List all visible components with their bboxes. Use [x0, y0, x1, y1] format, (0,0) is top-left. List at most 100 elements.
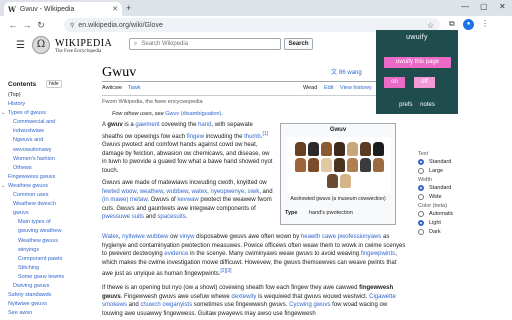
back-icon[interactable]: ← [6, 20, 20, 30]
color-option[interactable]: Light [418, 220, 508, 226]
toc-item[interactable]: Component pawts [8, 256, 88, 263]
forward-icon[interactable]: → [20, 20, 34, 30]
toc-item[interactable]: Weathew gwuvs [8, 238, 88, 245]
maximize-icon[interactable]: ▢ [480, 2, 488, 11]
languages-button[interactable]: 文 86 wang [331, 67, 362, 76]
search-input[interactable]: ⌕ Search Wikipedia [129, 38, 281, 50]
tab-read[interactable]: Wead [303, 85, 317, 91]
toc-item[interactable]: winyings [8, 247, 88, 254]
toc-item-label: Some gwuv tewms [18, 273, 65, 280]
toc-item[interactable]: Othews [8, 165, 88, 172]
color-option[interactable]: Automatic [418, 211, 508, 217]
glove-shape [307, 142, 319, 156]
toc-item[interactable]: Nyitwiwe gwuvs [8, 301, 88, 308]
gloves-image[interactable] [287, 137, 391, 193]
hatnote-link[interactable]: Gwuv (disambiguation) [165, 111, 221, 117]
main-menu-icon[interactable]: ☰ [16, 40, 25, 51]
toc-item-label: Weathew gwuvs [8, 182, 48, 189]
toc-item-label: (Top) [8, 92, 21, 98]
site-info-icon[interactable]: ⚲ [70, 22, 74, 29]
width-option[interactable]: Standard [418, 185, 508, 191]
tab-edit[interactable]: Edit [324, 85, 333, 91]
uwuify-page-button[interactable]: uwuify this page [384, 57, 451, 68]
glove-shape [320, 158, 332, 172]
extension-icon[interactable]: ⧉ [449, 19, 455, 29]
minimize-icon[interactable]: — [461, 2, 469, 11]
toc-item-label: Component pawts [18, 255, 63, 262]
toc-item[interactable]: Women's fashion [8, 156, 88, 163]
toc-item[interactable]: See awso [8, 310, 88, 317]
infobox-row-value: hand's pwotection [308, 210, 353, 216]
color-option[interactable]: Dark [418, 229, 508, 235]
radio-button[interactable] [418, 211, 424, 217]
reload-icon[interactable]: ↻ [34, 20, 48, 31]
radio-button[interactable] [418, 159, 424, 165]
tab-history[interactable]: View histowy [340, 85, 372, 91]
wikipedia-wordmark[interactable]: WIKIPEDIA [55, 38, 112, 49]
tab-article[interactable]: Awticwe [102, 85, 122, 91]
toc-item[interactable]: Some gwuv tewms [8, 274, 88, 281]
infobox-row: Type hand's pwotection [285, 210, 353, 216]
bookmark-star-icon[interactable]: ☆ [427, 21, 434, 30]
profile-avatar[interactable]: ● [463, 19, 474, 30]
chevron-down-icon[interactable]: ⌄ [1, 183, 5, 190]
toc-item-label: Fingewwess gwuvs [8, 173, 56, 180]
toc-item[interactable]: Fingewwess gwuvs [8, 174, 88, 181]
wikipedia-globe-logo[interactable]: Ω [32, 36, 50, 54]
page-tabs: Awticwe Tawk Wead Edit View histowy [102, 83, 404, 95]
infobox: Gwuv Asshowted gwuvs (a museum cowwectio… [280, 123, 396, 225]
toc-item[interactable]: Dwiving gwuvs [8, 283, 88, 290]
toc-item[interactable]: Common uses [8, 192, 88, 199]
prefs-link[interactable]: prefs [399, 102, 412, 108]
toc-item[interactable]: gwuvs [8, 210, 88, 217]
glove-shape [307, 158, 319, 172]
chevron-down-icon[interactable]: ⌄ [1, 110, 5, 117]
toc-item-label: See awso [8, 310, 33, 317]
toc-item[interactable]: indwustwiaw [8, 128, 88, 135]
radio-label: Automatic [429, 211, 454, 217]
popup-footer: prefs notes [376, 102, 458, 108]
toc-item[interactable]: gwuving weathew [8, 228, 88, 235]
toc-item[interactable]: Ngwuvs and [8, 137, 88, 144]
radio-button[interactable] [418, 220, 424, 226]
search-button[interactable]: Search [284, 38, 313, 50]
tab-talk[interactable]: Tawk [128, 85, 141, 91]
glove-shape [346, 142, 358, 156]
toc-item-label: Ngwuvs and [13, 137, 44, 144]
notes-link[interactable]: notes [420, 102, 435, 108]
toc-item[interactable]: History [8, 101, 88, 108]
width-label: Width [418, 177, 433, 183]
browser-menu-icon[interactable]: ⋮ [481, 19, 489, 28]
close-window-icon[interactable]: ✕ [499, 2, 506, 11]
toc-item[interactable]: Safety standawds [8, 292, 88, 299]
width-option[interactable]: Wide [418, 194, 508, 200]
toc-item[interactable]: ⌄ Weathew gwuvs [1, 182, 88, 190]
radio-button[interactable] [418, 168, 424, 174]
on-button[interactable]: on [384, 77, 405, 88]
toc-item[interactable]: (Top) [8, 92, 88, 99]
toc-hide-button[interactable]: hide [46, 80, 62, 88]
radio-label: Wide [429, 194, 442, 200]
close-tab-icon[interactable]: ✕ [112, 5, 118, 13]
text-option[interactable]: Standard [418, 159, 508, 165]
radio-button[interactable] [418, 194, 424, 200]
toc-item-label: Othews [13, 164, 32, 171]
radio-button[interactable] [418, 229, 424, 235]
toc-item[interactable]: wevowutionawy [8, 147, 88, 154]
hatnote: Fow othew uses, see Gwuv (disambiguation… [112, 111, 223, 117]
tab-strip: W Gwuv - Wikipedia ✕ + — ▢ ✕ [0, 0, 512, 16]
toc-item[interactable]: Commwecial and [8, 119, 88, 126]
toc-item[interactable]: Stitching [8, 265, 88, 272]
toc-item[interactable]: Main types of [8, 219, 88, 226]
toc-item-label: Safety standawds [8, 292, 52, 299]
new-tab-icon[interactable]: + [126, 3, 131, 13]
off-button[interactable]: off [414, 77, 435, 88]
radio-button[interactable] [418, 185, 424, 191]
browser-tab[interactable]: W Gwuv - Wikipedia ✕ [4, 2, 122, 16]
toc-item-label: Common uses [13, 192, 49, 199]
toc-item[interactable]: Weathew dwesch [8, 201, 88, 208]
toc-item[interactable]: ⌄ Types of gwuvs [1, 110, 88, 117]
toc-item-label: Weathew gwuvs [18, 237, 58, 244]
text-option[interactable]: Large [418, 168, 508, 174]
url-text: en.wikipedia.org/wiki/Glove [78, 21, 163, 29]
